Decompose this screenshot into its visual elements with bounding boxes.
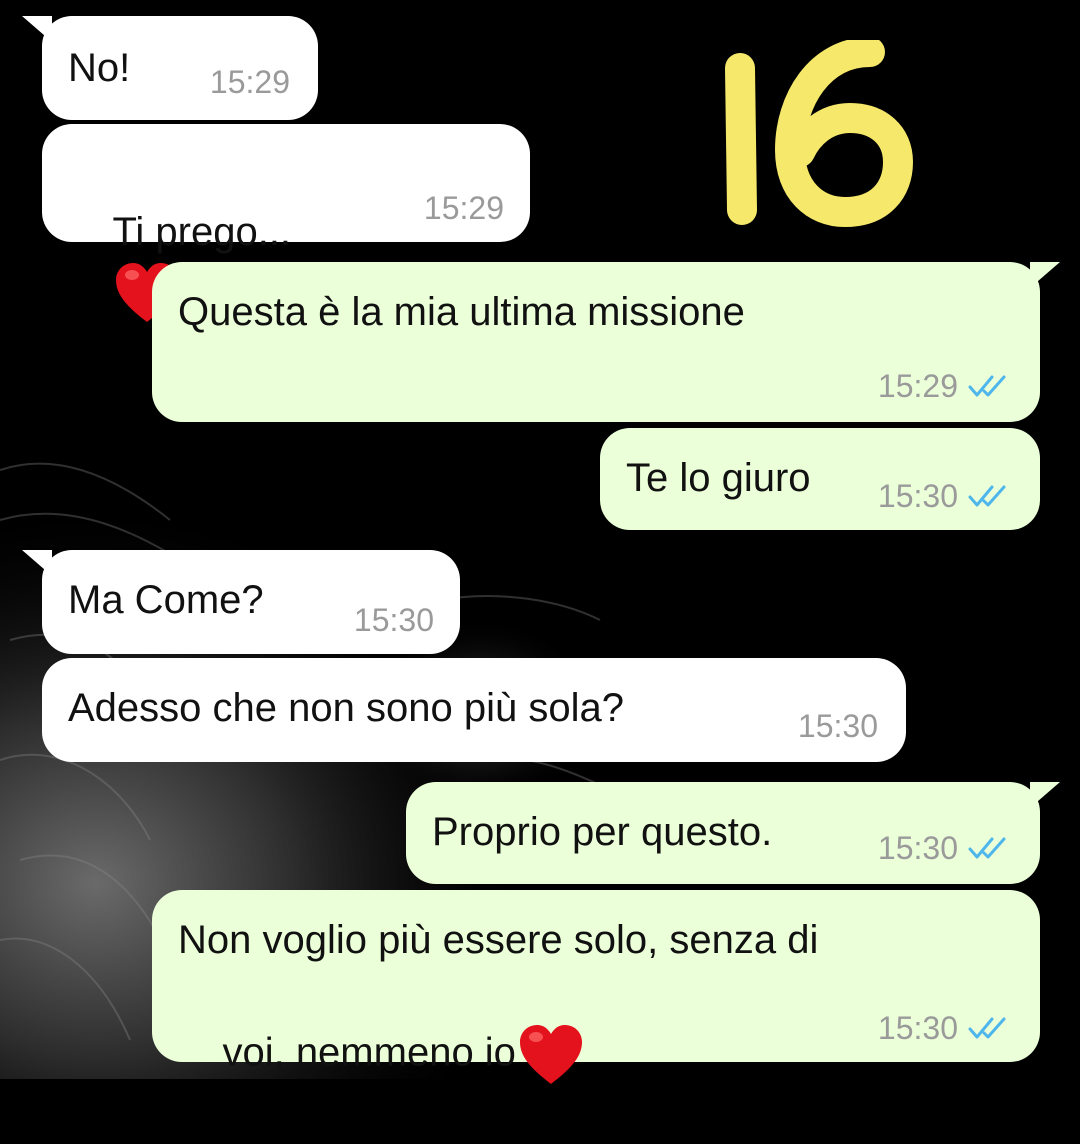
- message-bubble-outgoing[interactable]: Non voglio più essere solo, senza di voi…: [152, 890, 1040, 1084]
- timestamp-text: 15:29: [877, 368, 958, 404]
- bubble-tail: [22, 16, 52, 42]
- message-timestamp: 15:29: [878, 364, 1014, 409]
- double-check-read-icon: [968, 485, 1006, 507]
- timestamp-text: 15:30: [877, 830, 958, 866]
- timestamp-text: 15:30: [353, 602, 434, 638]
- double-check-read-icon: [968, 837, 1006, 859]
- message-bubble-outgoing[interactable]: Proprio per questo. 15:30: [406, 782, 1060, 884]
- message-timestamp: 15:30: [878, 826, 1014, 871]
- double-check-read-icon: [968, 1017, 1006, 1039]
- message-text: Ti prego...: [112, 210, 292, 254]
- episode-number-badge: 16: [720, 37, 920, 230]
- message-bubble-outgoing[interactable]: Te lo giuro 15:30: [600, 428, 1040, 530]
- message-text: Proprio per questo.: [432, 810, 773, 854]
- message-text-line-1: Non voglio più essere solo, senza di: [178, 918, 819, 962]
- bubble-tail: [1030, 262, 1060, 288]
- episode-number-drawing: [725, 37, 913, 227]
- bubble-tail: [1030, 782, 1060, 808]
- message-text: Ma Come?: [68, 578, 264, 622]
- message-bubble-incoming[interactable]: Ti prego... 15:29: [42, 124, 530, 322]
- message-text-line-2-row: voi, nemmeno io: [178, 966, 586, 1144]
- message-bubble-outgoing[interactable]: Questa è la mia ultima missione 15:29: [152, 262, 1060, 422]
- red-heart-emoji-icon: [519, 1025, 582, 1084]
- message-bubble-incoming[interactable]: No! 15:29: [22, 16, 318, 120]
- timestamp-text: 15:30: [877, 478, 958, 514]
- message-timestamp: 15:30: [354, 598, 434, 643]
- message-timestamp: 15:30: [878, 1006, 1014, 1051]
- timestamp-text: 15:29: [209, 64, 290, 100]
- timestamp-text: 15:29: [423, 190, 504, 226]
- message-bubble-incoming[interactable]: Adesso che non sono più sola? 15:30: [42, 658, 906, 762]
- timestamp-text: 15:30: [877, 1010, 958, 1046]
- message-text: Questa è la mia ultima missione: [178, 290, 745, 334]
- message-text: No!: [68, 46, 131, 90]
- bubble-tail: [22, 550, 52, 576]
- message-timestamp: 15:29: [424, 186, 504, 231]
- message-text-line-2: voi, nemmeno io: [222, 1030, 516, 1075]
- message-text: Te lo giuro: [626, 456, 811, 500]
- message-timestamp: 15:30: [878, 474, 1014, 519]
- message-timestamp: 15:30: [798, 704, 878, 749]
- message-bubble-incoming[interactable]: Ma Come? 15:30: [22, 550, 460, 654]
- double-check-read-icon: [968, 375, 1006, 397]
- message-text: Adesso che non sono più sola?: [68, 686, 624, 730]
- timestamp-text: 15:30: [797, 708, 878, 744]
- message-timestamp: 15:29: [210, 60, 290, 105]
